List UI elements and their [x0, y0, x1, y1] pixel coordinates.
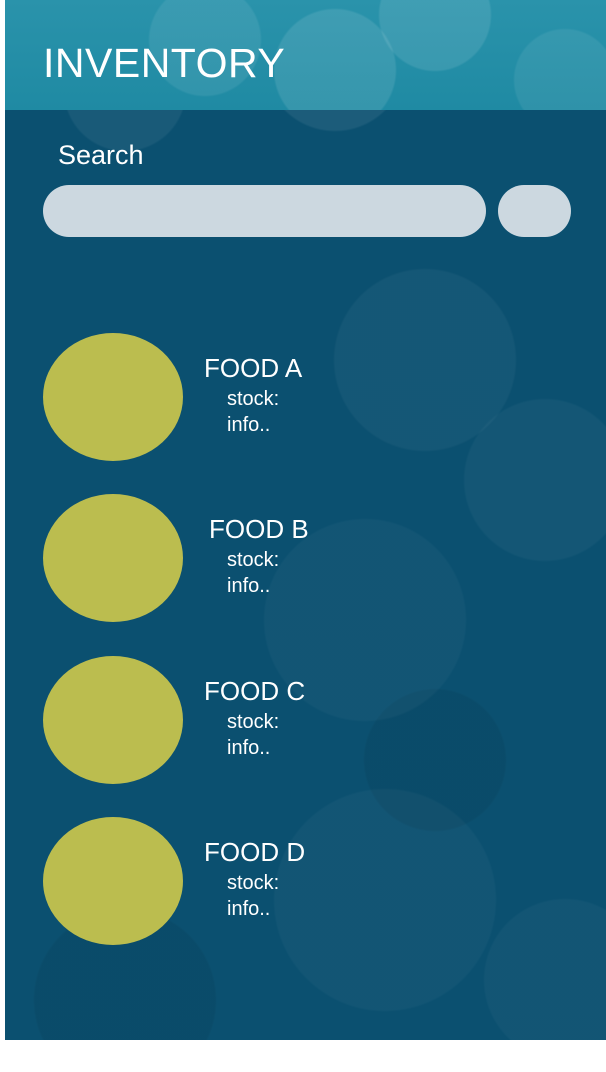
food-stock: stock:: [227, 872, 280, 894]
food-info: info..: [227, 737, 271, 759]
search-input[interactable]: [43, 185, 486, 237]
food-name: FOOD D: [204, 837, 306, 867]
food-info: info..: [227, 414, 271, 436]
food-info: info..: [227, 898, 271, 920]
food-thumbnail: [43, 817, 183, 945]
food-thumbnail: [43, 656, 183, 784]
app-header: INVENTORY: [5, 0, 606, 110]
food-stock: stock:: [227, 711, 280, 733]
food-name: FOOD B: [209, 514, 309, 544]
list-item-food-b[interactable]: FOOD B stock: info..: [43, 494, 563, 624]
app-screen: INVENTORY Search FOOD A stock: info.. FO…: [5, 0, 606, 1040]
list-item-food-c[interactable]: FOOD C stock: info..: [43, 656, 563, 786]
food-stock: stock:: [227, 549, 280, 571]
food-thumbnail: [43, 333, 183, 461]
food-thumbnail: [43, 494, 183, 622]
search-button[interactable]: [498, 185, 571, 237]
food-name: FOOD A: [204, 353, 303, 383]
list-item-food-d[interactable]: FOOD D stock: info..: [43, 817, 563, 947]
search-label: Search: [58, 140, 144, 170]
list-item-food-a[interactable]: FOOD A stock: info..: [43, 333, 563, 463]
food-info: info..: [227, 575, 271, 597]
food-name: FOOD C: [204, 676, 306, 706]
food-stock: stock:: [227, 388, 280, 410]
page-title: INVENTORY: [43, 40, 286, 86]
